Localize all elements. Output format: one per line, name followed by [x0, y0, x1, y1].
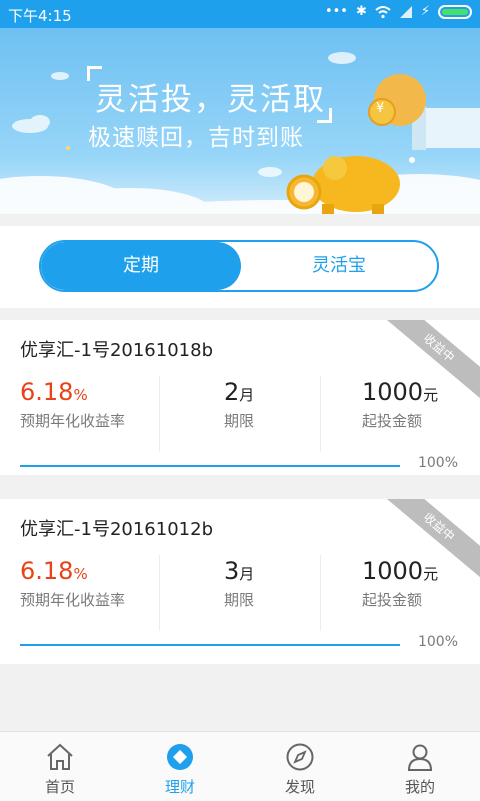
term-value: 3月	[224, 557, 255, 585]
rate-value: 6.18%	[20, 557, 88, 585]
column-divider	[159, 376, 160, 452]
promo-banner[interactable]: 灵活投，灵活取 极速赎回，吉时到账 ¥	[0, 28, 480, 214]
bottom-nav: 首页 理财 发现 我的	[0, 731, 480, 801]
nav-finance-label: 理财	[164, 778, 195, 796]
more-dots-icon: •••	[324, 4, 348, 19]
signal-icon	[399, 5, 412, 18]
tab-flexible[interactable]: 灵活宝	[241, 242, 437, 290]
product-name: 优享汇-1号20161012b	[20, 519, 213, 540]
term-column: 3月 期限	[224, 557, 254, 629]
column-divider	[320, 376, 321, 452]
min-amount-value: 1000元	[362, 557, 439, 585]
term-label: 期限	[224, 412, 255, 430]
product-card[interactable]: 优享汇-1号20161018b 收益中 6.18% 预期年化收益率 2月 期限 …	[0, 320, 480, 475]
status-bar: 下午4:15 ••• ✱ ⚡	[0, 0, 480, 28]
progress-percent: 100%	[417, 634, 458, 650]
charging-icon: ⚡	[420, 4, 430, 19]
product-name: 优享汇-1号20161018b	[20, 340, 213, 361]
tab-fixed-term[interactable]: 定期	[41, 242, 241, 290]
min-amount-column: 1000元 起投金额	[362, 378, 438, 450]
product-type-switch: 定期 灵活宝	[39, 240, 439, 292]
min-amount-column: 1000元 起投金额	[362, 557, 438, 629]
column-divider	[159, 555, 160, 631]
battery-icon	[438, 4, 472, 19]
nav-home[interactable]: 首页	[0, 732, 120, 801]
compass-icon	[286, 743, 314, 771]
nav-me-label: 我的	[404, 778, 435, 796]
nav-finance[interactable]: 理财	[120, 732, 240, 801]
min-amount-value: 1000元	[362, 378, 439, 406]
product-card[interactable]: 优享汇-1号20161012b 收益中 6.18% 预期年化收益率 3月 期限 …	[0, 499, 480, 664]
rate-value: 6.18%	[20, 378, 88, 406]
term-label: 期限	[224, 591, 255, 609]
coin-symbol: ¥	[376, 101, 385, 116]
finance-icon	[167, 744, 193, 770]
wifi-icon	[375, 5, 391, 18]
progress-percent: 100%	[417, 455, 458, 471]
nav-discover-label: 发现	[284, 778, 315, 796]
rate-column: 6.18% 预期年化收益率	[20, 557, 125, 629]
min-amount-label: 起投金额	[362, 591, 423, 609]
home-icon	[47, 743, 73, 770]
banner-headline: 灵活投，灵活取	[95, 82, 326, 118]
bluetooth-icon: ✱	[355, 4, 367, 19]
product-type-switch-area: 定期 灵活宝	[0, 226, 480, 308]
banner-subheadline: 极速赎回，吉时到账	[88, 125, 304, 151]
progress-bar	[20, 644, 400, 646]
term-column: 2月 期限	[224, 378, 254, 450]
rate-column: 6.18% 预期年化收益率	[20, 378, 125, 450]
min-amount-label: 起投金额	[362, 412, 423, 430]
status-icons: ••• ✱ ⚡	[325, 4, 472, 19]
column-divider	[320, 555, 321, 631]
user-icon	[407, 744, 433, 771]
nav-discover[interactable]: 发现	[240, 732, 360, 801]
rate-label: 预期年化收益率	[20, 591, 126, 609]
nav-me[interactable]: 我的	[360, 732, 480, 801]
status-time: 下午4:15	[8, 7, 72, 25]
progress-bar	[20, 465, 400, 467]
nav-home-label: 首页	[44, 778, 75, 796]
term-value: 2月	[224, 378, 255, 406]
rate-label: 预期年化收益率	[20, 412, 126, 430]
